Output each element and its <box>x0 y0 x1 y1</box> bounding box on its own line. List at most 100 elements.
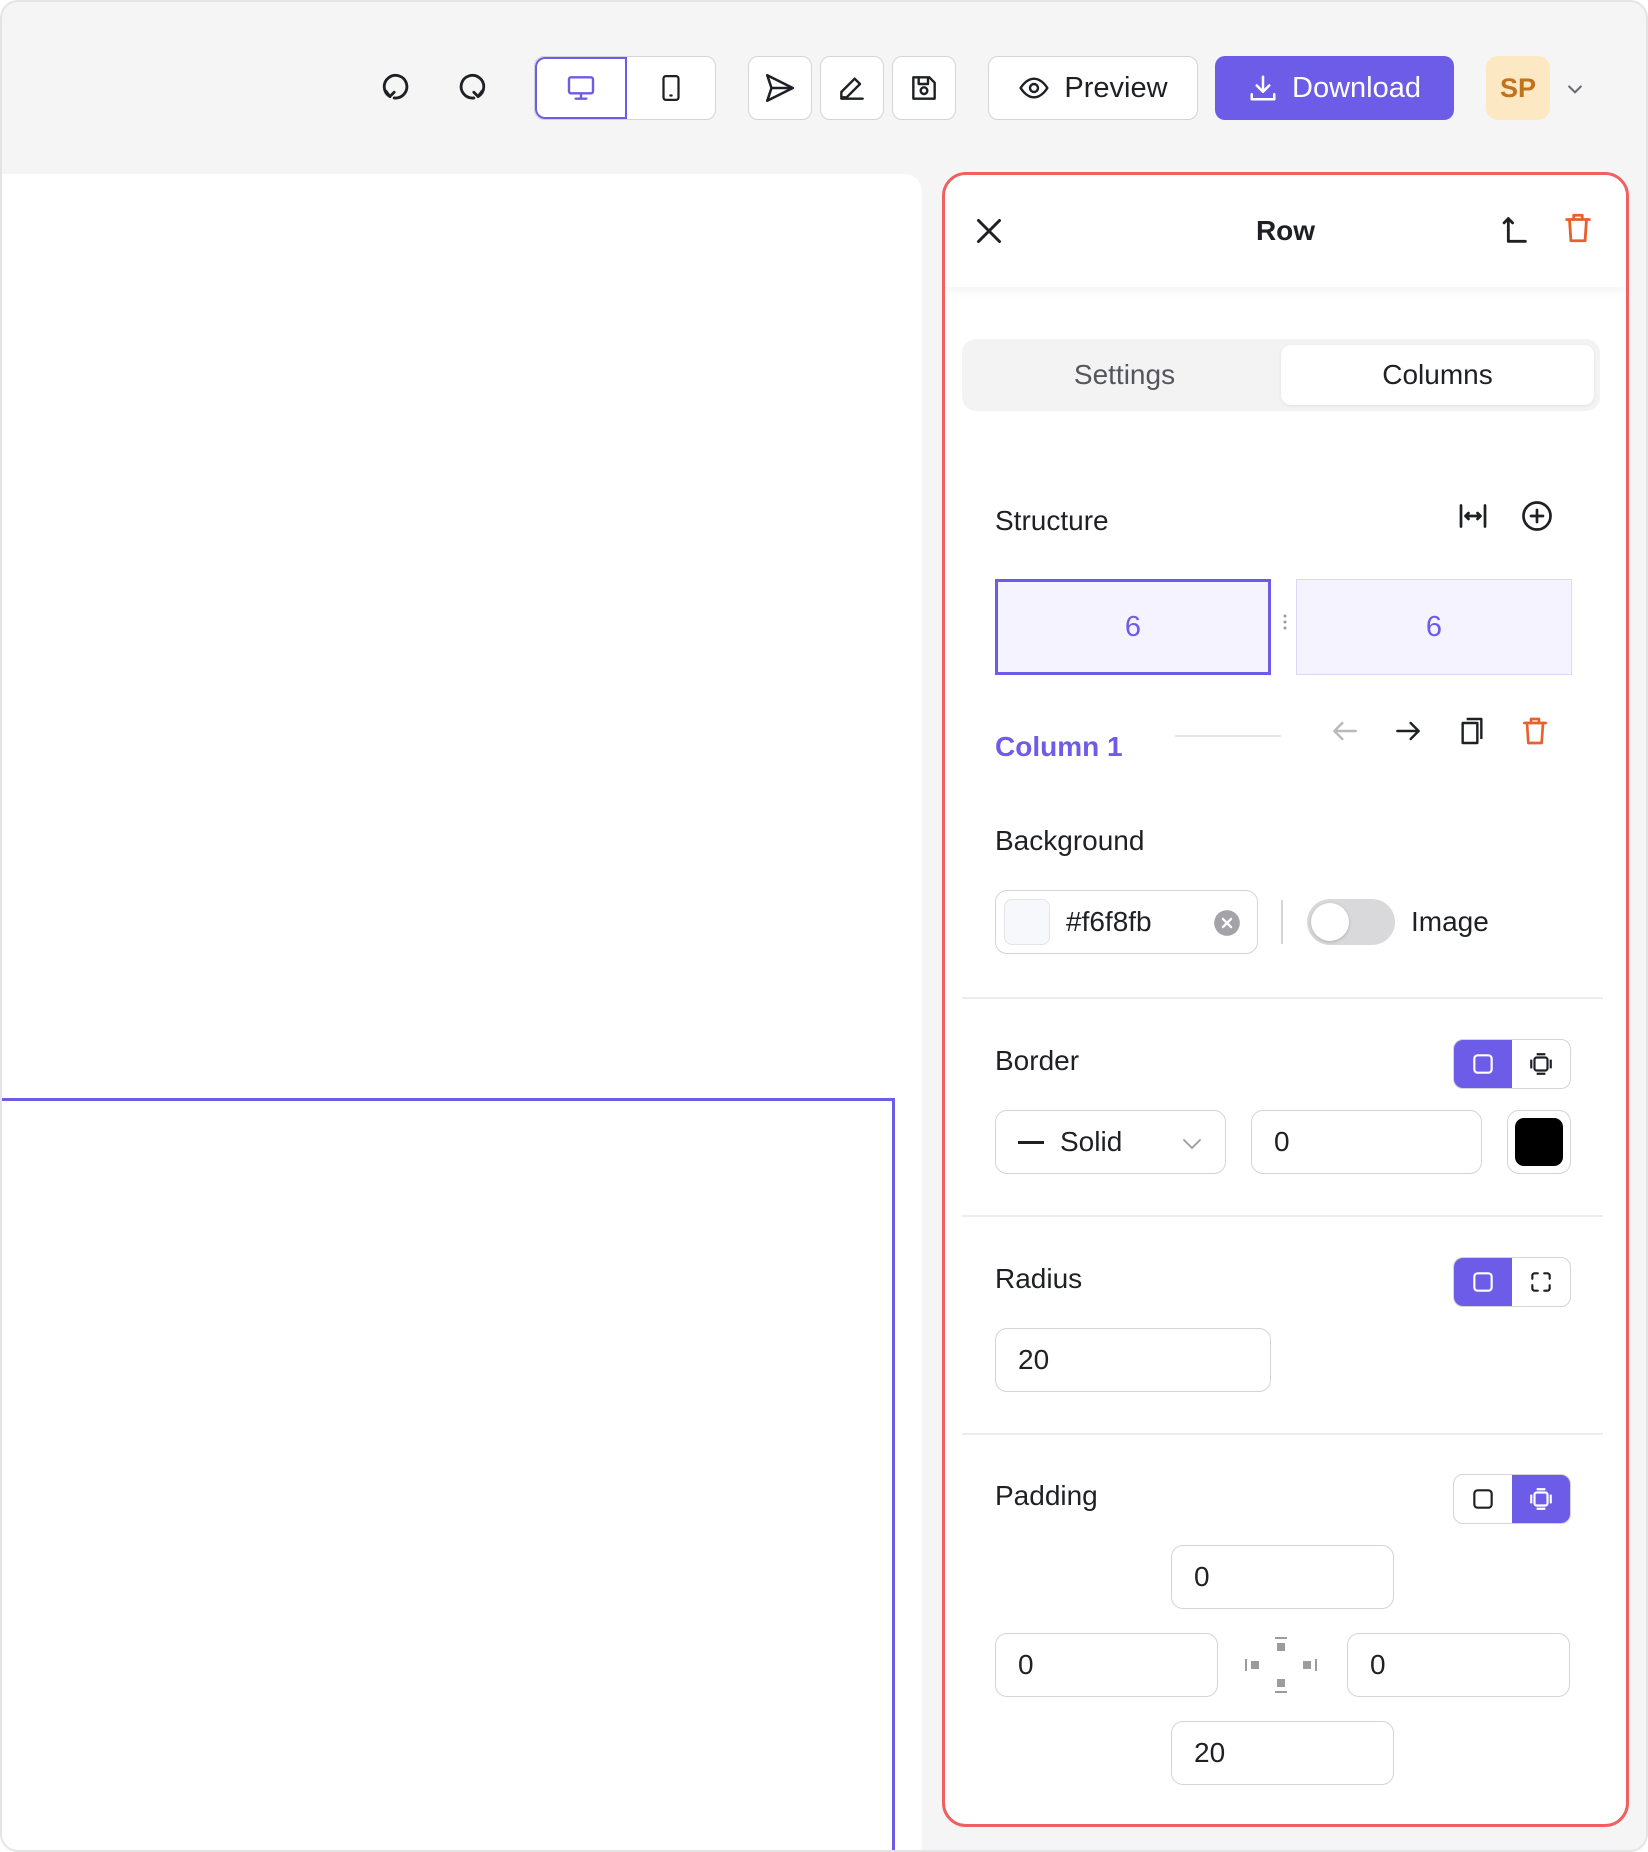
close-panel-button[interactable] <box>971 213 1011 253</box>
radius-individual-corners-button[interactable] <box>1512 1258 1570 1306</box>
chevron-down-icon <box>1179 1131 1205 1163</box>
padding-left-input[interactable]: 0 <box>995 1633 1218 1697</box>
trash-icon <box>1523 717 1547 745</box>
background-divider <box>1281 900 1283 944</box>
background-color-value: #f6f8fb <box>1066 906 1152 937</box>
close-icon <box>977 219 1001 243</box>
save-icon <box>912 76 936 100</box>
border-style-value: Solid <box>1060 1126 1123 1157</box>
mobile-view-button[interactable] <box>627 57 715 119</box>
column-label-divider <box>1175 735 1281 737</box>
clear-color-button[interactable] <box>1213 909 1241 937</box>
structure-label: Structure <box>995 505 1109 536</box>
border-mode-toggle <box>1453 1039 1571 1089</box>
copy-icon <box>1461 717 1483 745</box>
line-style-icon <box>1018 1140 1044 1144</box>
send-test-button[interactable] <box>748 56 812 120</box>
undo-icon <box>382 73 409 100</box>
eye-icon <box>1019 77 1050 99</box>
padding-right-input[interactable]: 0 <box>1347 1633 1570 1697</box>
panel-title: Row <box>1255 215 1316 246</box>
radius-mode-toggle <box>1453 1257 1571 1307</box>
border-color-picker[interactable] <box>1507 1110 1571 1174</box>
tab-columns[interactable]: Columns <box>1281 345 1594 405</box>
undo-button[interactable] <box>372 66 422 110</box>
top-toolbar: Preview Download SP <box>2 2 1646 172</box>
clear-circle-icon <box>1214 910 1240 936</box>
sides-icon <box>1530 1053 1552 1075</box>
desktop-view-button[interactable] <box>535 57 627 119</box>
padding-label: Padding <box>995 1480 1098 1511</box>
background-label: Background <box>995 825 1145 856</box>
arrow-right-icon <box>1396 721 1420 741</box>
app-window: Preview Download SP Row Settings Columns… <box>0 0 1648 1852</box>
radius-input[interactable]: 20 <box>995 1328 1271 1392</box>
move-column-left-button[interactable] <box>1329 715 1365 751</box>
redo-button[interactable] <box>446 66 496 110</box>
phone-icon <box>662 75 680 101</box>
delete-column-button[interactable] <box>1519 715 1555 751</box>
equalize-columns-button[interactable] <box>1455 498 1495 538</box>
drag-dots-icon <box>1283 614 1287 630</box>
section-divider <box>962 997 1603 999</box>
border-individual-sides-button[interactable] <box>1512 1040 1570 1088</box>
tab-settings[interactable]: Settings <box>968 345 1281 405</box>
device-switcher <box>534 56 716 120</box>
selected-row-outline[interactable] <box>2 1098 895 1850</box>
padding-box-icon <box>1245 1637 1317 1693</box>
download-button[interactable]: Download <box>1215 56 1454 120</box>
email-canvas[interactable] <box>2 174 922 1850</box>
width-arrows-icon <box>1459 504 1487 528</box>
trash-icon <box>1565 213 1591 243</box>
add-column-button[interactable] <box>1519 498 1559 538</box>
download-label: Download <box>1292 71 1421 104</box>
padding-top-input[interactable]: 0 <box>1171 1545 1394 1609</box>
radius-label: Radius <box>995 1263 1083 1294</box>
padding-all-sides-button[interactable] <box>1454 1475 1512 1523</box>
padding-mode-toggle <box>1453 1474 1571 1524</box>
section-divider <box>962 1215 1603 1217</box>
corners-icon <box>1531 1272 1551 1292</box>
save-button[interactable] <box>892 56 956 120</box>
background-color-input[interactable]: #f6f8fb <box>995 890 1258 954</box>
pencil-icon <box>840 77 864 100</box>
row-properties-panel: Row Settings Columns Structure 6 6 Colum… <box>942 172 1629 1827</box>
square-icon <box>1473 1054 1493 1074</box>
active-column-label: Column 1 <box>995 731 1123 762</box>
preview-button[interactable]: Preview <box>988 56 1198 120</box>
corner-up-icon <box>1502 217 1527 243</box>
background-color-swatch[interactable] <box>1004 899 1050 945</box>
delete-row-button[interactable] <box>1561 211 1601 251</box>
border-label: Border <box>995 1045 1080 1076</box>
padding-individual-sides-button[interactable] <box>1512 1475 1570 1523</box>
user-avatar[interactable]: SP <box>1486 56 1550 120</box>
arrow-left-icon <box>1333 721 1357 741</box>
structure-column-1[interactable]: 6 <box>995 579 1271 675</box>
download-icon <box>1250 75 1276 101</box>
background-image-label: Image <box>1411 906 1489 937</box>
send-icon <box>765 73 795 103</box>
chevron-down-icon <box>1568 85 1582 94</box>
plus-circle-icon <box>1522 501 1552 531</box>
edit-button[interactable] <box>820 56 884 120</box>
move-column-right-button[interactable] <box>1392 715 1428 751</box>
duplicate-column-button[interactable] <box>1456 715 1492 751</box>
column-resize-handle[interactable] <box>1282 613 1288 631</box>
border-style-select[interactable]: Solid <box>995 1110 1226 1174</box>
account-menu-toggle[interactable] <box>1560 74 1590 104</box>
panel-header: Row <box>945 175 1626 287</box>
preview-label: Preview <box>1064 71 1168 104</box>
monitor-icon <box>567 76 595 100</box>
radius-all-corners-button[interactable] <box>1454 1258 1512 1306</box>
border-all-sides-button[interactable] <box>1454 1040 1512 1088</box>
square-icon <box>1473 1272 1493 1292</box>
structure-column-2[interactable]: 6 <box>1296 579 1572 675</box>
redo-icon <box>459 73 486 100</box>
section-divider <box>962 1433 1603 1435</box>
select-parent-button[interactable] <box>1497 213 1537 253</box>
background-image-toggle[interactable] <box>1307 899 1395 945</box>
border-width-input[interactable]: 0 <box>1251 1110 1482 1174</box>
toggle-knob <box>1311 903 1349 941</box>
padding-sides-indicator <box>1243 1635 1319 1695</box>
padding-bottom-input[interactable]: 20 <box>1171 1721 1394 1785</box>
